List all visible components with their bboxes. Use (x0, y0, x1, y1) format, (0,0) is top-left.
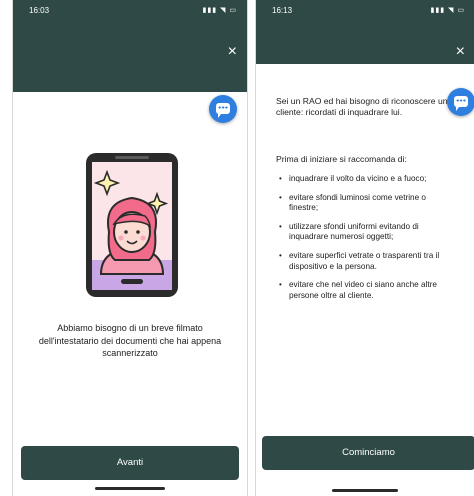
app-header: × (13, 22, 247, 92)
list-item: • evitare che nel video ci siano anche al… (279, 280, 437, 300)
list-item: • utilizzare sfondi uniformi evitando di … (279, 221, 419, 242)
status-time: 16:03 (29, 6, 50, 15)
recommendations-list: • inquadrare il volto da vicino e a fuoco… (276, 174, 456, 309)
next-button[interactable]: Avanti (21, 446, 239, 480)
start-button[interactable]: Cominciamo (262, 436, 474, 470)
status-bar: 16:03 ▮▮▮ ◥ ▭ (13, 0, 247, 22)
list-item: • inquadrare il volto da vicino e a fuoco… (279, 174, 427, 183)
selfie-phone-illustration (86, 153, 178, 297)
status-indicators: ▮▮▮ ◥ ▭ (202, 7, 237, 14)
status-time: 16:13 (272, 6, 293, 15)
list-item: • evitare superfici vetrate o trasparenti… (279, 250, 440, 271)
list-item: • evitare sfondi luminosi come vetrine o … (279, 192, 426, 213)
status-bar: 16:13 ▮▮▮ ◥ ▭ (256, 0, 474, 22)
phone-screen-left: 16:03 ▮▮▮ ◥ ▭ × Abbiamo bisogno di un br… (12, 0, 248, 496)
intro-text: Sei un RAO ed hai bisogno di riconoscere… (276, 96, 448, 117)
close-icon[interactable]: × (228, 44, 237, 60)
instruction-text: Abbiamo bisogno di un breve filmato dell… (38, 323, 222, 358)
status-indicators: ▮▮▮ ◥ ▭ (430, 7, 465, 14)
home-indicator[interactable] (332, 489, 398, 492)
chat-bubble-icon[interactable] (209, 95, 237, 123)
phone-screen-right: 16:13 ▮▮▮ ◥ ▭ × Sei un RAO ed hai bisogn… (255, 0, 474, 496)
home-indicator[interactable] (95, 487, 165, 490)
app-header: × (256, 22, 474, 64)
close-icon[interactable]: × (456, 44, 465, 60)
recommendations-title: Prima di iniziare si raccomanda di: (276, 154, 407, 164)
